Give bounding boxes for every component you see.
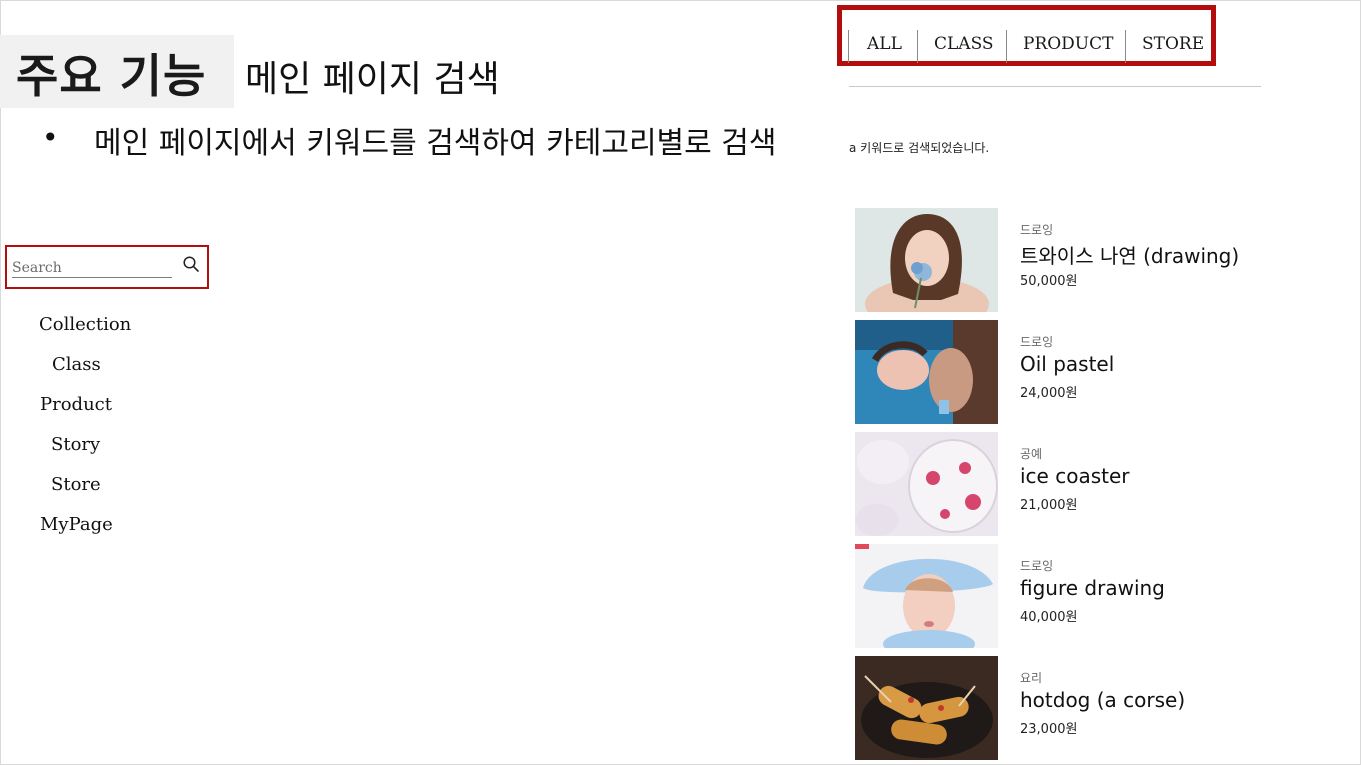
list-item[interactable]: 드로잉 Oil pastel 24,000원 — [855, 320, 1275, 424]
product-thumbnail[interactable] — [855, 432, 998, 536]
product-title[interactable]: ice coaster — [1020, 464, 1130, 488]
product-title[interactable]: figure drawing — [1020, 576, 1165, 600]
product-thumbnail[interactable] — [855, 544, 998, 648]
product-category: 드로잉 — [1020, 223, 1054, 237]
tab-product[interactable]: PRODUCT — [1023, 34, 1113, 54]
tab-divider — [1125, 30, 1126, 63]
search-result-message: a 키워드로 검색되었습니다. — [849, 141, 990, 155]
tab-class[interactable]: CLASS — [934, 34, 994, 54]
product-title[interactable]: hotdog (a corse) — [1020, 688, 1185, 712]
tab-divider — [1006, 30, 1007, 63]
product-thumbnail[interactable] — [855, 656, 998, 760]
category-tabs-highlight: ALL CLASS PRODUCT STORE — [837, 5, 1216, 66]
sidebar-item-mypage[interactable]: MyPage — [40, 514, 113, 535]
feature-subtitle: 메인 페이지 검색 — [245, 59, 500, 100]
sidebar-item-collection[interactable]: Collection — [39, 314, 131, 335]
product-price: 50,000원 — [1020, 274, 1078, 289]
sidebar-item-story[interactable]: Story — [51, 434, 100, 455]
tab-store[interactable]: STORE — [1142, 34, 1204, 54]
tab-divider — [917, 30, 918, 63]
product-title[interactable]: 트와이스 나연 (drawing) — [1020, 240, 1239, 269]
sidebar-item-product[interactable]: Product — [40, 394, 112, 415]
sidebar-item-store[interactable]: Store — [51, 474, 101, 495]
search-highlight-box — [5, 245, 209, 289]
tab-all[interactable]: ALL — [867, 34, 902, 54]
feature-heading: 주요 기능 — [16, 49, 207, 103]
list-item[interactable]: 요리 hotdog (a corse) 23,000원 — [855, 656, 1275, 760]
product-price: 23,000원 — [1020, 722, 1078, 737]
product-category: 공예 — [1020, 447, 1043, 461]
divider — [849, 86, 1261, 87]
list-item[interactable]: 공예 ice coaster 21,000원 — [855, 432, 1275, 536]
tab-divider — [848, 30, 849, 63]
product-category: 드로잉 — [1020, 335, 1054, 349]
sidebar-item-class[interactable]: Class — [52, 354, 101, 375]
product-category: 요리 — [1020, 671, 1043, 685]
list-item[interactable]: 드로잉 트와이스 나연 (drawing) 50,000원 — [855, 208, 1275, 312]
search-icon[interactable] — [182, 255, 200, 273]
product-thumbnail[interactable] — [855, 320, 998, 424]
product-price: 40,000원 — [1020, 610, 1078, 625]
product-price: 21,000원 — [1020, 498, 1078, 513]
feature-description: 메인 페이지에서 키워드를 검색하여 카테고리별로 검색 — [94, 126, 777, 161]
product-category: 드로잉 — [1020, 559, 1054, 573]
list-item[interactable]: 드로잉 figure drawing 40,000원 — [855, 544, 1275, 648]
bullet-icon: • — [42, 121, 59, 154]
product-thumbnail[interactable] — [855, 208, 998, 312]
search-input[interactable] — [12, 258, 172, 278]
product-title[interactable]: Oil pastel — [1020, 352, 1114, 376]
product-price: 24,000원 — [1020, 386, 1078, 401]
